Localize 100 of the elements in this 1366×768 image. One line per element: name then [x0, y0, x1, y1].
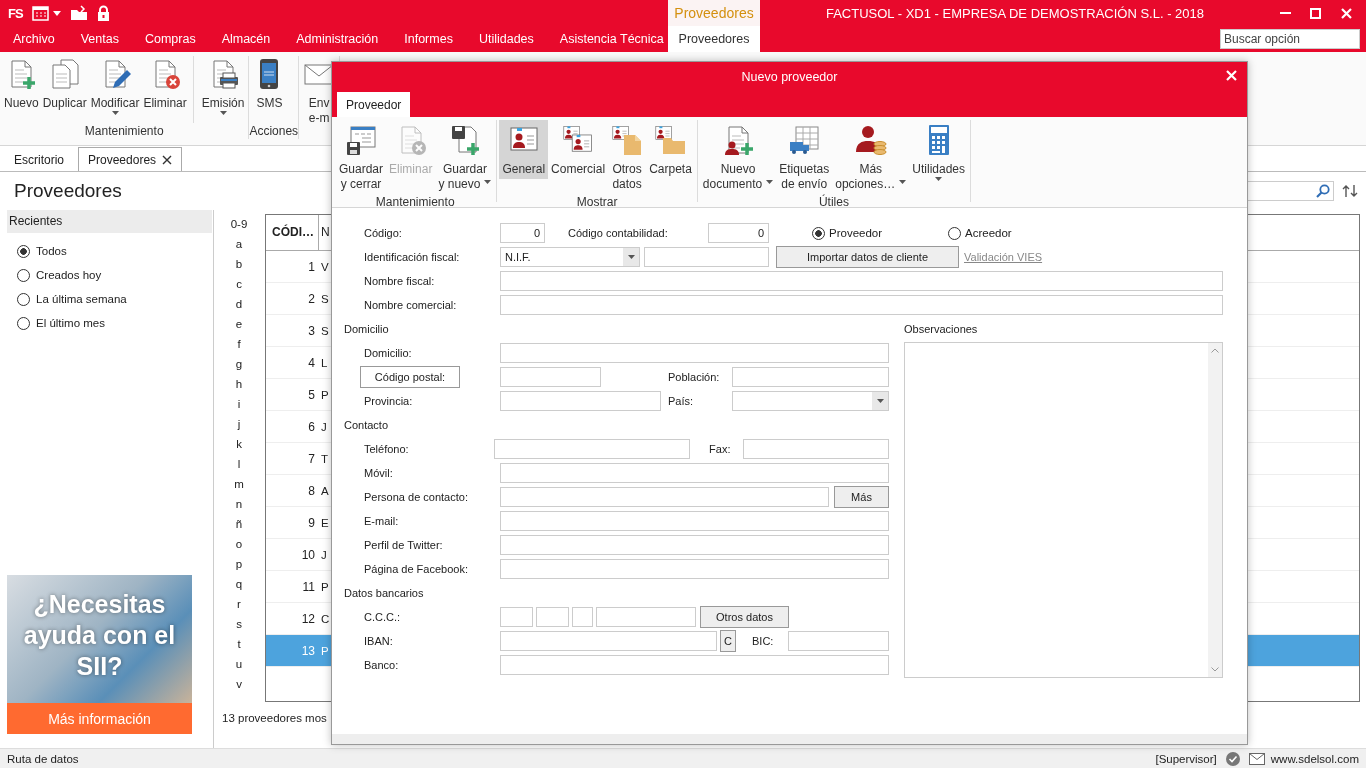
radio-label[interactable]: Proveedor [829, 227, 883, 239]
delete-button[interactable]: Eliminar [141, 56, 189, 113]
column-header[interactable]: N [319, 215, 332, 250]
column-header[interactable]: CÓDI… [266, 215, 319, 250]
website-link[interactable]: www.sdelsol.com [1270, 752, 1359, 765]
text-field[interactable] [500, 631, 717, 651]
document-tab[interactable]: Proveedores [78, 147, 183, 171]
text-field[interactable] [500, 295, 1223, 315]
letter-filter[interactable]: n [222, 494, 256, 514]
letter-filter[interactable]: h [222, 374, 256, 394]
form-button[interactable]: Importar datos de cliente [776, 246, 959, 268]
text-field[interactable] [536, 607, 569, 627]
link[interactable]: Validación VIES [964, 251, 1043, 263]
number-field[interactable]: 0 [708, 223, 769, 243]
radio-button[interactable] [948, 226, 961, 240]
radio-button[interactable] [17, 268, 30, 282]
text-field[interactable] [493, 439, 691, 459]
text-field[interactable] [743, 439, 889, 459]
text-field[interactable] [500, 511, 889, 531]
letter-filter[interactable]: m [222, 474, 256, 494]
menu-tab[interactable]: Informes [391, 26, 466, 52]
radio-button[interactable] [812, 226, 825, 240]
text-field[interactable] [500, 535, 889, 555]
text-field[interactable] [500, 463, 889, 483]
menu-tab[interactable]: Proveedores [668, 26, 760, 52]
letter-filter[interactable]: o [222, 534, 256, 554]
commercial-view-button[interactable]: Comercial [548, 120, 609, 179]
text-field[interactable] [500, 271, 1223, 291]
radio-label[interactable]: El último mes [36, 317, 106, 329]
dropdown[interactable] [732, 391, 889, 411]
text-field[interactable] [500, 655, 889, 675]
text-field[interactable] [732, 367, 889, 387]
shipping-labels-button[interactable]: Etiquetas de envío [776, 120, 833, 194]
search-field[interactable]: Buscar opción [1220, 29, 1360, 49]
text-field[interactable] [500, 391, 661, 411]
letter-filter[interactable]: d [222, 294, 256, 314]
number-field[interactable]: 0 [500, 223, 545, 243]
save-new-button[interactable]: Guardar y nuevo [435, 120, 495, 194]
letter-filter[interactable]: j [222, 414, 256, 434]
folder-button[interactable]: Carpeta [646, 120, 695, 179]
letter-filter[interactable]: 0-9 [222, 214, 256, 234]
edit-button[interactable]: Modificar [88, 56, 142, 123]
text-field[interactable] [500, 343, 889, 363]
letter-filter[interactable]: s [222, 614, 256, 634]
letter-filter[interactable]: q [222, 574, 256, 594]
new-document-button[interactable]: Nuevo documento [699, 120, 777, 194]
letter-filter[interactable]: r [222, 594, 256, 614]
form-button[interactable]: Código postal: [360, 366, 460, 388]
more-options-button[interactable]: Más opciones… [832, 120, 910, 194]
radio-label[interactable]: La última semana [36, 293, 127, 305]
letter-filter[interactable]: l [222, 454, 256, 474]
menu-tab[interactable]: Archivo [0, 26, 68, 52]
letter-filter[interactable]: g [222, 354, 256, 374]
ribbon-tab[interactable]: Proveedor [337, 92, 411, 117]
letter-filter[interactable]: p [222, 554, 256, 574]
letter-filter[interactable]: v [222, 674, 256, 694]
letter-filter[interactable]: b [222, 254, 256, 274]
radio-button[interactable] [17, 292, 30, 306]
form-button[interactable]: Otros datos [700, 606, 789, 628]
radio-label[interactable]: Acreedor [965, 227, 1012, 239]
form-button[interactable]: Más [834, 486, 889, 508]
radio-label[interactable]: Todos [36, 245, 67, 257]
radio-label[interactable]: Creados hoy [36, 269, 102, 281]
text-field[interactable] [788, 631, 889, 651]
menu-tab[interactable]: Ventas [67, 26, 132, 52]
menu-tab[interactable]: Utilidades [465, 26, 547, 52]
letter-filter[interactable]: i [222, 394, 256, 414]
duplicate-button[interactable]: Duplicar [40, 56, 89, 113]
text-field[interactable] [500, 607, 533, 627]
menu-tab[interactable]: Compras [131, 26, 209, 52]
menu-tab[interactable]: Administración [283, 26, 392, 52]
letter-filter[interactable]: t [222, 634, 256, 654]
letter-filter[interactable]: e [222, 314, 256, 334]
new-button[interactable]: Nuevo [2, 56, 41, 113]
notes-field[interactable] [904, 342, 1223, 678]
scrollbar[interactable] [1208, 343, 1222, 677]
letter-filter[interactable]: f [222, 334, 256, 354]
dropdown[interactable]: N.I.F. [500, 247, 640, 267]
letter-filter[interactable]: c [222, 274, 256, 294]
text-field[interactable] [500, 367, 601, 387]
letter-filter[interactable]: a [222, 234, 256, 254]
general-view-button[interactable]: General [499, 120, 549, 179]
text-field[interactable] [500, 559, 889, 579]
sms-button[interactable]: SMS [251, 56, 288, 113]
letter-filter[interactable]: ñ [222, 514, 256, 534]
document-tab[interactable]: Escritorio [4, 147, 74, 171]
radio-button[interactable] [17, 316, 30, 330]
menu-tab[interactable]: Almacén [208, 26, 284, 52]
radio-button[interactable] [17, 244, 30, 258]
text-field[interactable] [644, 247, 769, 267]
text-field[interactable] [596, 607, 696, 627]
print-button[interactable]: Emisión [192, 56, 247, 123]
letter-filter[interactable]: k [222, 434, 256, 454]
form-button[interactable]: C [720, 630, 736, 652]
save-close-button[interactable]: Guardar y cerrar [336, 120, 387, 194]
text-field[interactable] [500, 487, 829, 507]
letter-filter[interactable]: u [222, 654, 256, 674]
other-data-button[interactable]: Otros datos [608, 120, 647, 194]
utilities-button[interactable]: Utilidades [909, 120, 968, 189]
text-field[interactable] [572, 607, 593, 627]
